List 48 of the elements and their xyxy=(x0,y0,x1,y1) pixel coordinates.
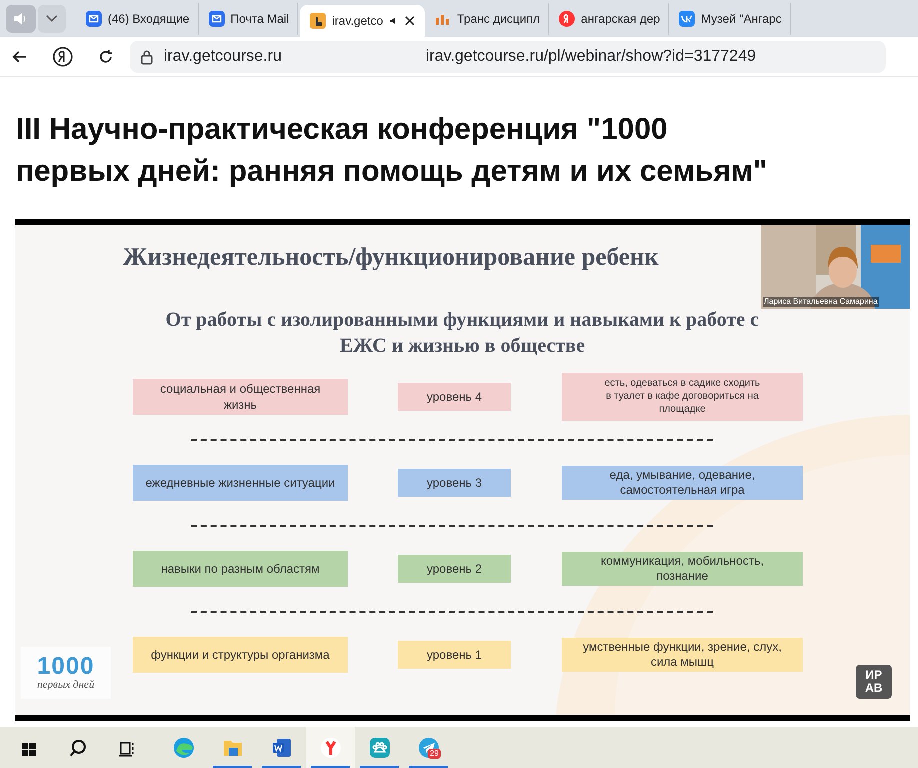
level-box: уровень 4 xyxy=(398,382,511,410)
slide-title: Жизнедеятельность/функционирование ребенк xyxy=(122,243,660,273)
examples-box: еда, умывание, одевание, самостоятельная игра xyxy=(562,466,803,500)
browser-tab[interactable]: (46) Входящие xyxy=(78,2,199,34)
close-icon[interactable] xyxy=(405,16,416,26)
level-box: уровень 3 xyxy=(398,468,511,496)
address-url: irav.getcourse.ru/pl/webinar/show?id=3177249 xyxy=(426,46,756,66)
area-box: социальная и общественная жизнь xyxy=(133,378,348,414)
examples-box: умственные функции, зрение, слух, сила мышц xyxy=(562,638,803,672)
browser-tab[interactable]: irav.getco xyxy=(300,5,426,37)
browser-tab[interactable]: Почта Mail xyxy=(200,2,298,34)
page-title: III Научно-практическая конференция "1000 первых дней: ранняя помощь детям и их семьям" xyxy=(15,112,769,190)
logo-caption: первых дней xyxy=(37,678,95,692)
logo-text: ИР xyxy=(866,669,882,682)
lock-icon xyxy=(140,48,154,64)
taskbar-button[interactable]: 29 xyxy=(404,727,453,768)
browser-tab[interactable]: Транс дисципл xyxy=(427,2,550,34)
examples-box: есть, одеваться в садике сходить в туалет в кафе договориться на площадке xyxy=(562,372,803,420)
area-box: навыки по разным областям xyxy=(133,550,348,586)
address-domain: irav.getcourse.ru xyxy=(164,46,282,66)
tab-title: ангарская дер xyxy=(581,10,660,28)
tab-title: Музей "Ангарс xyxy=(701,10,782,28)
tab-title: irav.getco xyxy=(332,13,384,30)
area-box: функции и структуры организма xyxy=(133,636,348,672)
mail-icon xyxy=(208,10,225,26)
tabs-menu-button[interactable] xyxy=(38,4,66,32)
logo-text: АВ xyxy=(865,682,883,695)
address-bar[interactable]: irav.getcourse.ru irav.getcourse.ru/pl/webinar/show?id=3177249 xyxy=(130,40,886,72)
level-box: уровень 1 xyxy=(398,640,511,668)
yandex-browser-icon xyxy=(318,736,342,760)
tab-title: Почта Mail xyxy=(230,10,290,28)
yandex-icon xyxy=(559,10,576,26)
tab-title: (46) Входящие xyxy=(108,10,190,28)
slide-subtitle: От работы с изолированными функциями и навыками к работе с ЕЖС и жизнью в обществе xyxy=(164,308,760,358)
browser-tab[interactable]: ангарская дер xyxy=(551,2,670,34)
notification-badge: 29 xyxy=(428,749,441,759)
logo-number: 1000 xyxy=(37,654,95,678)
speaker-name: Лариса Витальевна Самарина xyxy=(763,297,879,307)
chevron-down-icon xyxy=(46,14,58,22)
level-box: уровень 2 xyxy=(398,554,511,582)
browser-tab[interactable]: Музей "Ангарс xyxy=(671,2,791,34)
vk-icon xyxy=(679,10,696,26)
yandex-logo-icon[interactable] xyxy=(52,46,74,68)
examples-box: коммуникация, мобильность, познание xyxy=(562,552,803,586)
area-box: ежедневные жизненные ситуации xyxy=(133,464,348,500)
tab-title: Транс дисципл xyxy=(457,10,540,28)
mail-icon xyxy=(86,10,102,26)
edge-icon xyxy=(172,736,196,760)
